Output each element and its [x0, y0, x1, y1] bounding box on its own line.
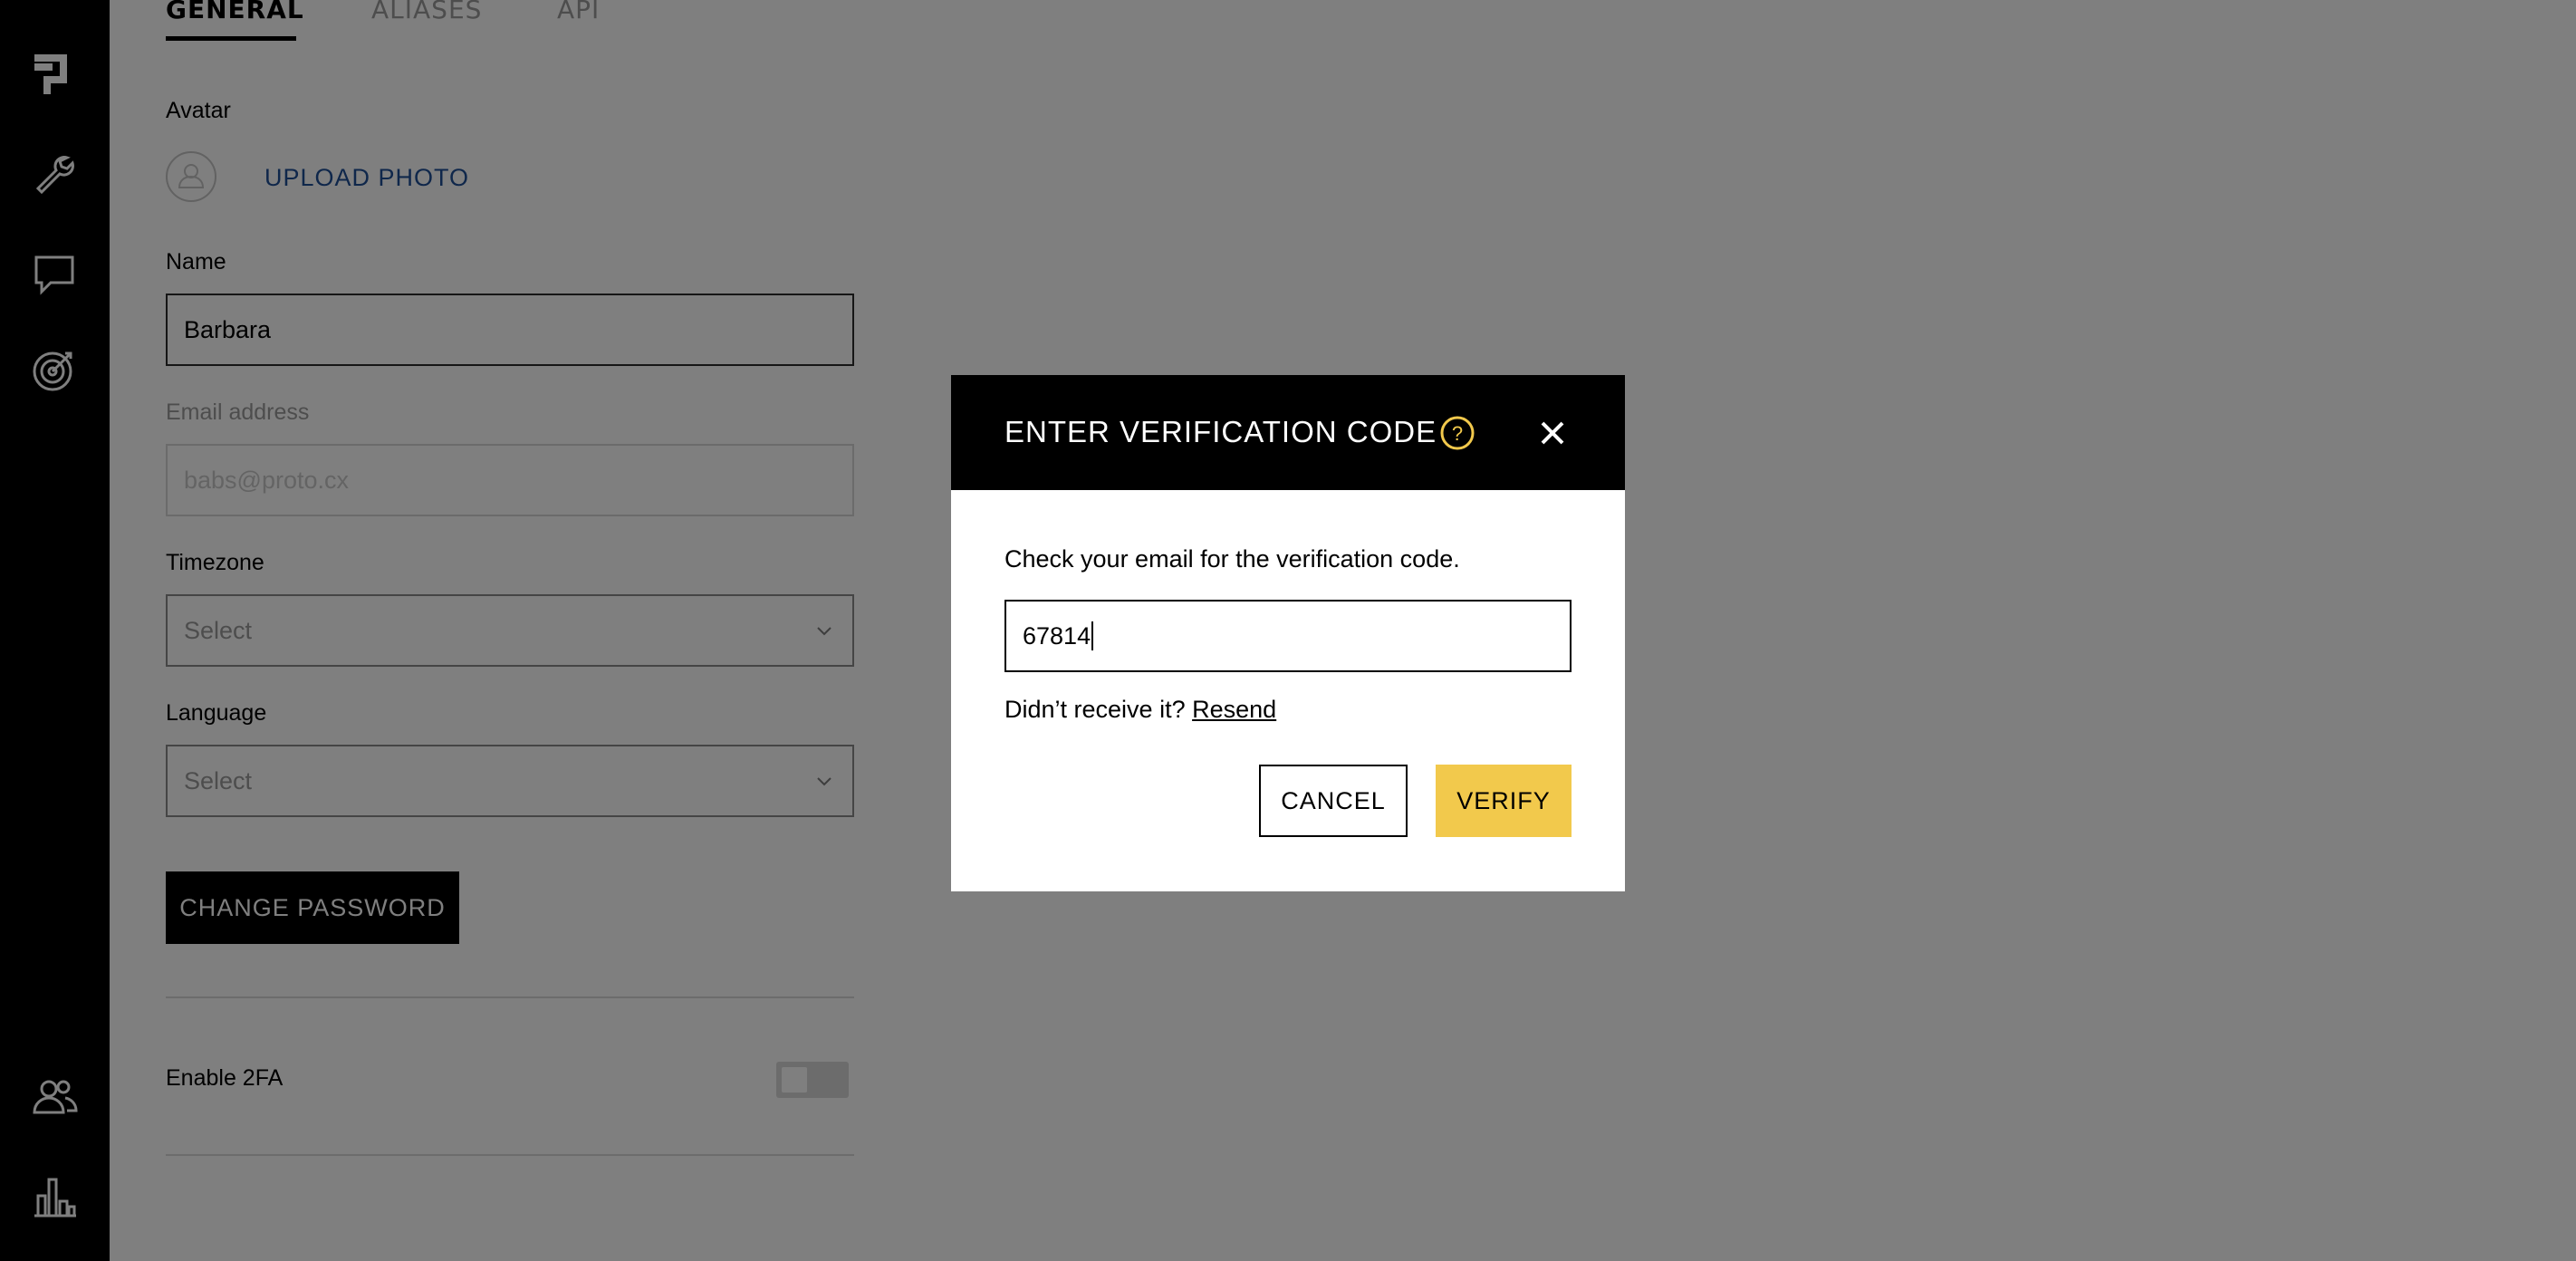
verify-button[interactable]: VERIFY	[1436, 765, 1572, 837]
verification-code-value: 67814	[1023, 621, 1091, 650]
text-caret	[1091, 621, 1094, 650]
resend-prompt: Didn’t receive it?	[1004, 696, 1186, 723]
help-icon[interactable]: ?	[1439, 415, 1475, 451]
svg-text:?: ?	[1452, 422, 1463, 445]
resend-row: Didn’t receive it? Resend	[1004, 696, 1276, 724]
dialog-instructions: Check your email for the verification co…	[1004, 545, 1460, 573]
dialog-title: ENTER VERIFICATION CODE	[1004, 415, 1437, 448]
cancel-button[interactable]: CANCEL	[1259, 765, 1408, 837]
close-icon[interactable]	[1534, 415, 1571, 451]
verification-dialog: ENTER VERIFICATION CODE ? Check your ema…	[951, 375, 1625, 891]
dialog-header: ENTER VERIFICATION CODE ?	[951, 375, 1625, 490]
resend-link[interactable]: Resend	[1192, 696, 1276, 723]
verification-code-input[interactable]: 67814	[1004, 600, 1572, 672]
app-window: GENERAL ALIASES API Avatar UPLOAD PHOTO …	[0, 0, 2576, 1261]
